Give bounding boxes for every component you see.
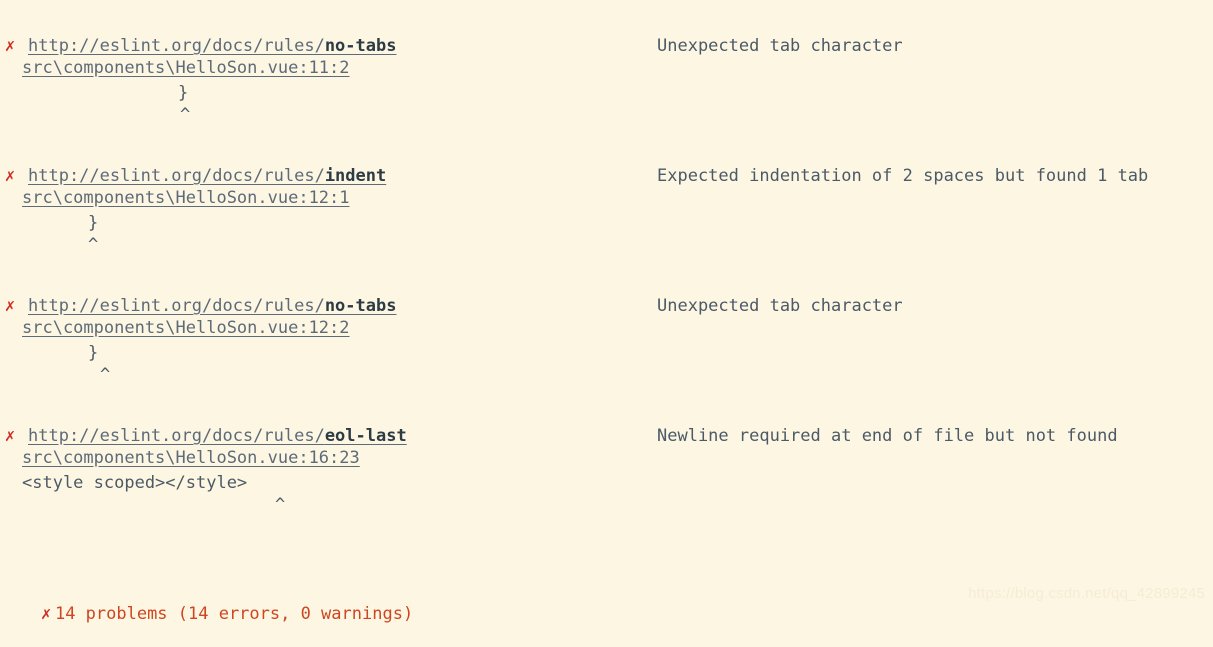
error-x-icon: ✗ [4, 426, 16, 446]
rule-doc-link[interactable]: http://eslint.org/docs/rules/no-tabs [28, 296, 396, 316]
source-code-snippet: } [178, 83, 189, 103]
rule-doc-link[interactable]: http://eslint.org/docs/rules/eol-last [28, 426, 407, 446]
error-x-icon: ✗ [4, 296, 16, 316]
rule-name: eol-last [324, 426, 407, 446]
source-code-snippet: } [88, 343, 99, 363]
problem-entry: ✗ http://eslint.org/docs/rules/indent src\… [0, 165, 1213, 295]
source-file-location[interactable]: src\components\HelloSon.vue:12:1 [22, 187, 350, 209]
rule-doc-link[interactable]: http://eslint.org/docs/rules/indent [28, 166, 386, 186]
rule-url-prefix: http://eslint.org/docs/rules/ [28, 36, 325, 56]
rule-url-prefix: http://eslint.org/docs/rules/ [28, 166, 325, 186]
rule-link-row: ✗ http://eslint.org/docs/rules/eol-last [0, 425, 407, 447]
error-x-icon: ✗ [4, 36, 16, 56]
rule-doc-link[interactable]: http://eslint.org/docs/rules/no-tabs [28, 36, 396, 56]
rule-url-prefix: http://eslint.org/docs/rules/ [28, 426, 325, 446]
source-file-location[interactable]: src\components\HelloSon.vue:16:23 [22, 447, 360, 469]
rule-name: no-tabs [324, 296, 397, 316]
source-file-location[interactable]: src\components\HelloSon.vue:11:2 [22, 57, 350, 79]
source-file-location[interactable]: src\components\HelloSon.vue:12:2 [22, 317, 350, 339]
error-x-icon: ✗ [40, 604, 52, 624]
rule-url-prefix: http://eslint.org/docs/rules/ [28, 296, 325, 316]
problem-entry: ✗ http://eslint.org/docs/rules/no-tabs src… [0, 35, 1213, 165]
problem-message: Unexpected tab character [657, 36, 903, 56]
caret-pointer: ^ [88, 235, 99, 255]
source-code-snippet: <style scoped></style> [22, 473, 248, 493]
problem-entry: ✗ http://eslint.org/docs/rules/eol-last sr… [0, 425, 1213, 555]
source-code-snippet: } [88, 213, 99, 233]
summary-text: 14 problems (14 errors, 0 warnings) [54, 604, 414, 624]
rule-link-row: ✗ http://eslint.org/docs/rules/no-tabs [0, 35, 397, 57]
eslint-output-terminal: ✗ http://eslint.org/docs/rules/no-tabs src… [0, 0, 1213, 624]
problem-message: Unexpected tab character [657, 296, 903, 316]
caret-pointer: ^ [100, 365, 111, 385]
watermark: https://blog.csdn.net/qq_42899245 [968, 585, 1205, 602]
problem-message: Expected indentation of 2 spaces but fou… [657, 166, 1149, 186]
rule-name: no-tabs [324, 36, 397, 56]
problem-summary: ✗ 14 problems (14 errors, 0 warnings) [0, 581, 413, 647]
problem-message: Newline required at end of file but not … [657, 426, 1118, 446]
error-x-icon: ✗ [4, 166, 16, 186]
rule-link-row: ✗ http://eslint.org/docs/rules/indent [0, 165, 386, 187]
problem-entry: ✗ http://eslint.org/docs/rules/no-tabs src… [0, 295, 1213, 425]
rule-link-row: ✗ http://eslint.org/docs/rules/no-tabs [0, 295, 397, 317]
caret-pointer: ^ [180, 105, 191, 125]
rule-name: indent [324, 166, 387, 186]
caret-pointer: ^ [275, 495, 286, 515]
